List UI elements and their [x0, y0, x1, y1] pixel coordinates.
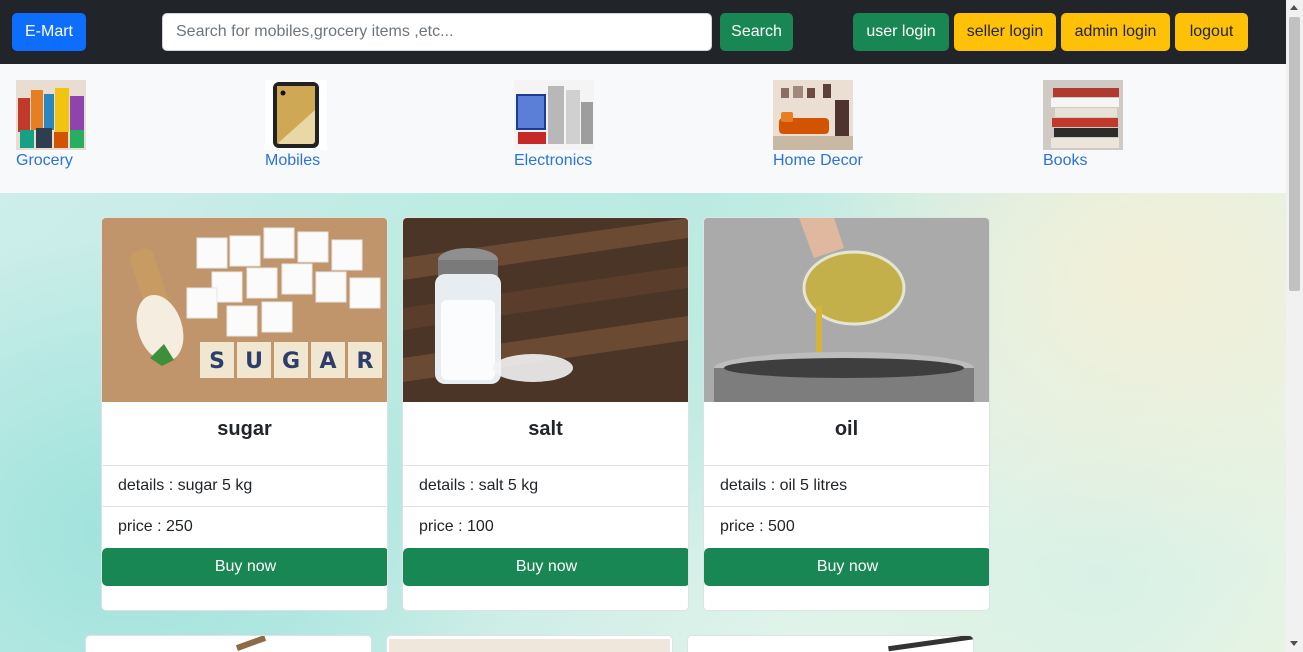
svg-text:A: A — [319, 349, 336, 374]
category-label-mobiles[interactable]: Mobiles — [265, 152, 327, 170]
grocery-thumbnail[interactable] — [16, 80, 86, 150]
product-card-salt: salt details : salt 5 kg price : 100 Buy… — [402, 217, 689, 611]
product-details-oil: details : oil 5 litres — [704, 465, 989, 506]
svg-text:U: U — [245, 349, 263, 374]
category-grocery[interactable]: Grocery — [16, 80, 86, 170]
svg-text:S: S — [209, 349, 225, 374]
admin-login-button[interactable]: admin login — [1061, 13, 1170, 51]
category-books[interactable]: Books — [1043, 80, 1123, 170]
search-button[interactable]: Search — [720, 13, 793, 51]
scroll-up-arrow-icon[interactable] — [1290, 5, 1298, 10]
svg-text:G: G — [282, 349, 300, 374]
product-card-partial — [687, 635, 974, 652]
buy-now-button-oil[interactable]: Buy now — [704, 548, 989, 586]
product-price-sugar: price : 250 — [102, 506, 387, 547]
page-scrollbar[interactable] — [1286, 0, 1303, 652]
category-home-decor[interactable]: Home Decor — [773, 80, 863, 170]
product-price-oil: price : 500 — [704, 506, 989, 547]
category-label-grocery[interactable]: Grocery — [16, 152, 86, 170]
product-title-oil: oil — [834, 418, 859, 440]
product-card-sugar: SUG AR sugar details : sugar 5 kg price … — [101, 217, 388, 611]
salt-image — [403, 218, 688, 402]
mobiles-thumbnail[interactable] — [265, 80, 327, 150]
product-title-salt: salt — [528, 418, 563, 440]
sugar-image: SUG AR — [102, 218, 387, 402]
buy-now-button-salt[interactable]: Buy now — [403, 548, 688, 586]
category-mobiles[interactable]: Mobiles — [265, 80, 327, 170]
logout-button[interactable]: logout — [1175, 13, 1248, 51]
user-login-button[interactable]: user login — [853, 13, 949, 51]
scrollbar-thumb[interactable] — [1289, 17, 1300, 291]
product-card-oil: oil details : oil 5 litres price : 500 B… — [703, 217, 990, 611]
search-input[interactable] — [162, 13, 712, 51]
electronics-thumbnail[interactable] — [514, 80, 594, 150]
product-card-partial — [386, 635, 673, 652]
svg-text:R: R — [357, 349, 374, 374]
category-label-home-decor[interactable]: Home Decor — [773, 152, 863, 170]
product-title-sugar: sugar — [217, 418, 272, 440]
home-decor-thumbnail[interactable] — [773, 80, 853, 150]
product-card-partial — [85, 635, 372, 652]
product-details-sugar: details : sugar 5 kg — [102, 465, 387, 506]
buy-now-button-sugar[interactable]: Buy now — [102, 548, 387, 586]
category-electronics[interactable]: Electronics — [514, 80, 594, 170]
seller-login-button[interactable]: seller login — [954, 13, 1056, 51]
product-details-salt: details : salt 5 kg — [403, 465, 688, 506]
top-navbar: E-Mart Search user login seller login ad… — [0, 0, 1286, 64]
product-grid: SUG AR sugar details : sugar 5 kg price … — [0, 193, 1286, 652]
brand-button[interactable]: E-Mart — [12, 13, 86, 51]
oil-image — [704, 218, 989, 402]
scroll-down-arrow-icon[interactable] — [1290, 641, 1298, 646]
category-label-books[interactable]: Books — [1043, 152, 1123, 170]
category-label-electronics[interactable]: Electronics — [514, 152, 594, 170]
category-strip: Grocery Mobiles Electronics Home Decor B… — [0, 64, 1286, 193]
books-thumbnail[interactable] — [1043, 80, 1123, 150]
product-price-salt: price : 100 — [403, 506, 688, 547]
